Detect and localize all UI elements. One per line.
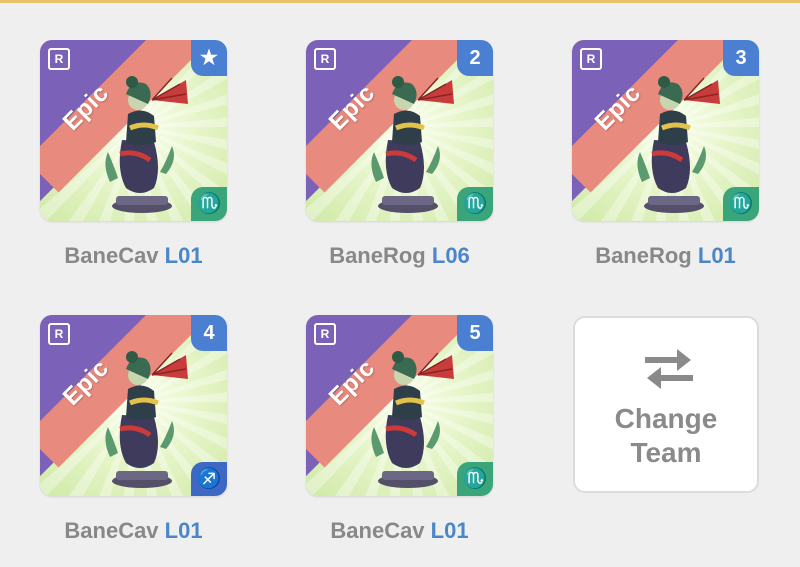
swap-arrows-icon (645, 349, 693, 389)
scorpio-icon: ♏ (191, 187, 227, 221)
team-slot-5[interactable]: Epic R 5 ♏ BaneCav L01 (305, 315, 494, 544)
hero-card[interactable]: Epic R 5 ♏ (306, 315, 493, 496)
slot-number-badge: 2 (457, 40, 493, 76)
hero-label: BaneCav L01 (39, 243, 228, 269)
slot-number-badge: 5 (457, 315, 493, 351)
hero-name: BaneRog (595, 243, 692, 268)
slot-number-badge: 3 (723, 40, 759, 76)
hero-level: L01 (430, 518, 469, 543)
r-badge-icon: R (314, 48, 336, 70)
hero-label: BaneRog L06 (305, 243, 494, 269)
r-badge-icon: R (48, 323, 70, 345)
scorpio-icon: ♏ (457, 462, 493, 496)
hero-name: BaneRog (329, 243, 426, 268)
hero-label: BaneCav L01 (39, 518, 228, 544)
hero-card[interactable]: Epic R ★ ♏ (40, 40, 227, 221)
r-badge-icon: R (580, 48, 602, 70)
slot-number-badge: 4 (191, 315, 227, 351)
hero-card[interactable]: Epic R 3 ♏ (572, 40, 759, 221)
team-slot-1[interactable]: Epic R ★ ♏ BaneCav L01 (39, 40, 228, 269)
hero-level: L01 (164, 243, 203, 268)
team-slot-4[interactable]: Epic R 4 ♐ BaneCav L01 (39, 315, 228, 544)
scorpio-icon: ♏ (723, 187, 759, 221)
r-badge-icon: R (314, 323, 336, 345)
team-slot-2[interactable]: Epic R 2 ♏ BaneRog L06 (305, 40, 494, 269)
hero-card[interactable]: Epic R 4 ♐ (40, 315, 227, 496)
hero-level: L06 (431, 243, 470, 268)
change-team-line2: Team (630, 437, 702, 468)
change-team-line1: Change (614, 403, 718, 434)
change-team-label: Change Team (575, 402, 757, 470)
hero-name: BaneCav (64, 518, 159, 543)
change-team-button[interactable]: Change Team (573, 316, 759, 493)
hero-level: L01 (697, 243, 736, 268)
sagittarius-icon: ♐ (191, 462, 227, 496)
hero-name: BaneCav (330, 518, 425, 543)
hero-label: BaneCav L01 (305, 518, 494, 544)
hero-level: L01 (164, 518, 203, 543)
r-badge-icon: R (48, 48, 70, 70)
scorpio-icon: ♏ (457, 187, 493, 221)
hero-card[interactable]: Epic R 2 ♏ (306, 40, 493, 221)
slot-number-badge: ★ (191, 40, 227, 76)
hero-name: BaneCav (64, 243, 159, 268)
top-divider (0, 0, 800, 3)
team-slot-3[interactable]: Epic R 3 ♏ BaneRog L01 (571, 40, 760, 269)
hero-label: BaneRog L01 (571, 243, 760, 269)
